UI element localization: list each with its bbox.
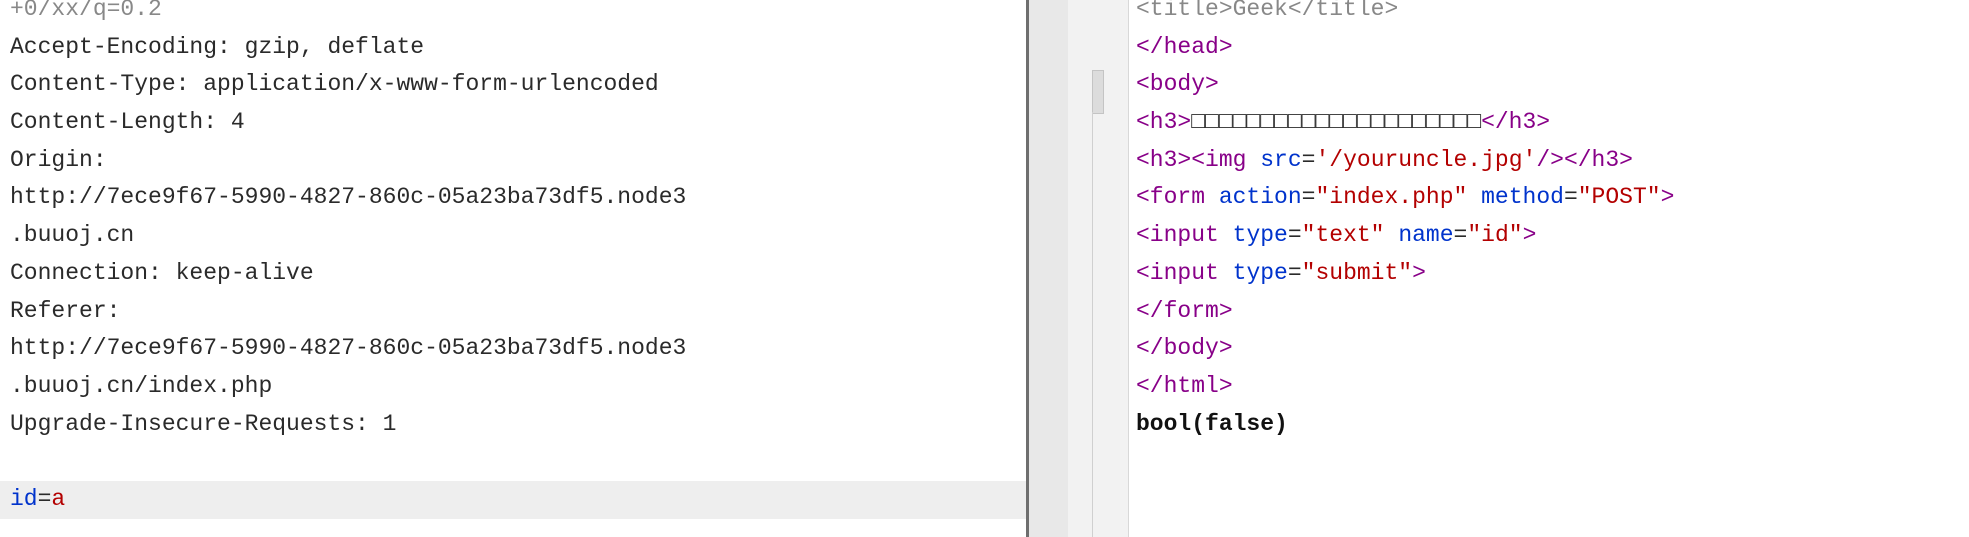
header-origin: Origin: (10, 146, 107, 173)
response-line-body-close: </body> (1136, 335, 1233, 362)
request-body-line[interactable]: id=a (0, 480, 1026, 519)
body-param-eq: = (37, 485, 52, 512)
response-text: <title>Geek</title> </head> <body> <h3>□… (1136, 0, 1969, 443)
header-origin-url-2: .buuoj.cn (10, 222, 135, 249)
header-upgrade-insecure: Upgrade-Insecure-Requests: 1 (10, 410, 397, 437)
response-line-form-close: </form> (1136, 297, 1233, 324)
request-text: +0/xx/q=0.2 Accept-Encoding: gzip, defla… (0, 0, 1026, 519)
body-param-key: id (10, 485, 38, 512)
response-line-input-text: <input type="text" name="id"> (1136, 222, 1537, 249)
header-referer-url-2: .buuoj.cn/index.php (10, 372, 273, 399)
header-content-type: Content-Type: application/x-www-form-url… (10, 71, 659, 98)
response-line-body-open: <body> (1136, 71, 1219, 98)
body-param-value: a (51, 485, 66, 512)
burp-repeater-view: +0/xx/q=0.2 Accept-Encoding: gzip, defla… (0, 0, 1969, 537)
response-line-partial: <title>Geek</title> (1136, 0, 1399, 22)
pane-splitter[interactable] (1026, 0, 1068, 537)
response-line-head-close: </head> (1136, 33, 1233, 60)
response-gutter (1068, 0, 1129, 537)
header-accept-encoding: Accept-Encoding: gzip, deflate (10, 33, 425, 60)
header-referer: Referer: (10, 297, 121, 324)
header-origin-url-1: http://7ece9f67-5990-4827-860c-05a23ba73… (10, 184, 687, 211)
response-line-html-close: </html> (1136, 372, 1233, 399)
gutter-rule (1092, 112, 1093, 537)
request-line-partial: +0/xx/q=0.2 (10, 0, 162, 22)
fold-marker[interactable] (1092, 70, 1104, 114)
request-editor[interactable]: +0/xx/q=0.2 Accept-Encoding: gzip, defla… (0, 0, 1026, 537)
response-line-form-open: <form action="index.php" method="POST"> (1136, 184, 1675, 211)
response-line-result: bool(false) (1136, 406, 1969, 444)
h3-garbled-text: □□□□□□□□□□□□□□□□□□□□□ (1191, 109, 1482, 136)
header-referer-url-1: http://7ece9f67-5990-4827-860c-05a23ba73… (10, 335, 687, 362)
response-viewer[interactable]: <title>Geek</title> </head> <body> <h3>□… (1068, 0, 1969, 537)
header-connection: Connection: keep-alive (10, 259, 314, 286)
header-content-length: Content-Length: 4 (10, 109, 245, 136)
response-line-h3-img: <h3><img src='/youruncle.jpg'/></h3> (1136, 146, 1633, 173)
response-line-h3-title: <h3>□□□□□□□□□□□□□□□□□□□□□</h3> (1136, 109, 1551, 136)
result-output: bool(false) (1136, 410, 1288, 437)
response-line-input-submit: <input type="submit"> (1136, 259, 1426, 286)
